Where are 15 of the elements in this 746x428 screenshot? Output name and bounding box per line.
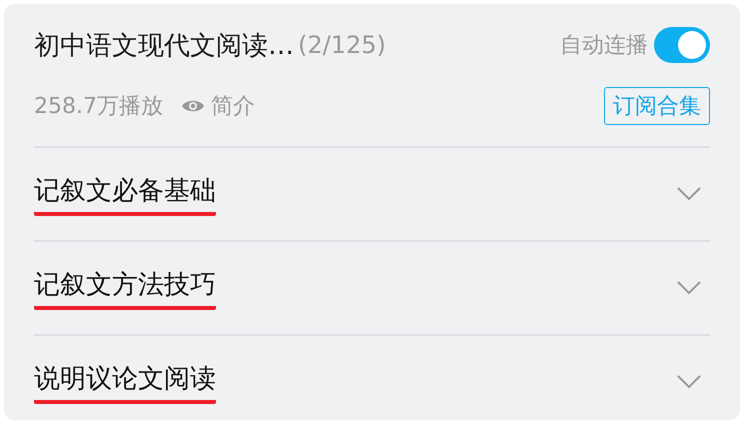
chevron-icon (676, 374, 702, 390)
section-row[interactable]: 说明议论文阅读 (34, 334, 710, 420)
autoplay-toggle[interactable] (654, 27, 710, 63)
section-title: 说明议论文阅读 (34, 360, 216, 404)
section-row[interactable]: 记叙文必备基础 (34, 146, 710, 240)
autoplay-label: 自动连播 (560, 32, 648, 60)
section-row[interactable]: 记叙文方法技巧 (34, 240, 710, 334)
chevron-icon (676, 280, 702, 296)
play-count: 258.7万播放 (34, 93, 163, 121)
chevron-icon (676, 186, 702, 202)
eye-icon (180, 98, 205, 114)
playlist-title: 初中语文现代文阅读… (34, 30, 294, 62)
section-title: 记叙文方法技巧 (34, 266, 216, 310)
episode-count: (2/125) (298, 31, 386, 59)
section-title: 记叙文必备基础 (34, 172, 216, 216)
